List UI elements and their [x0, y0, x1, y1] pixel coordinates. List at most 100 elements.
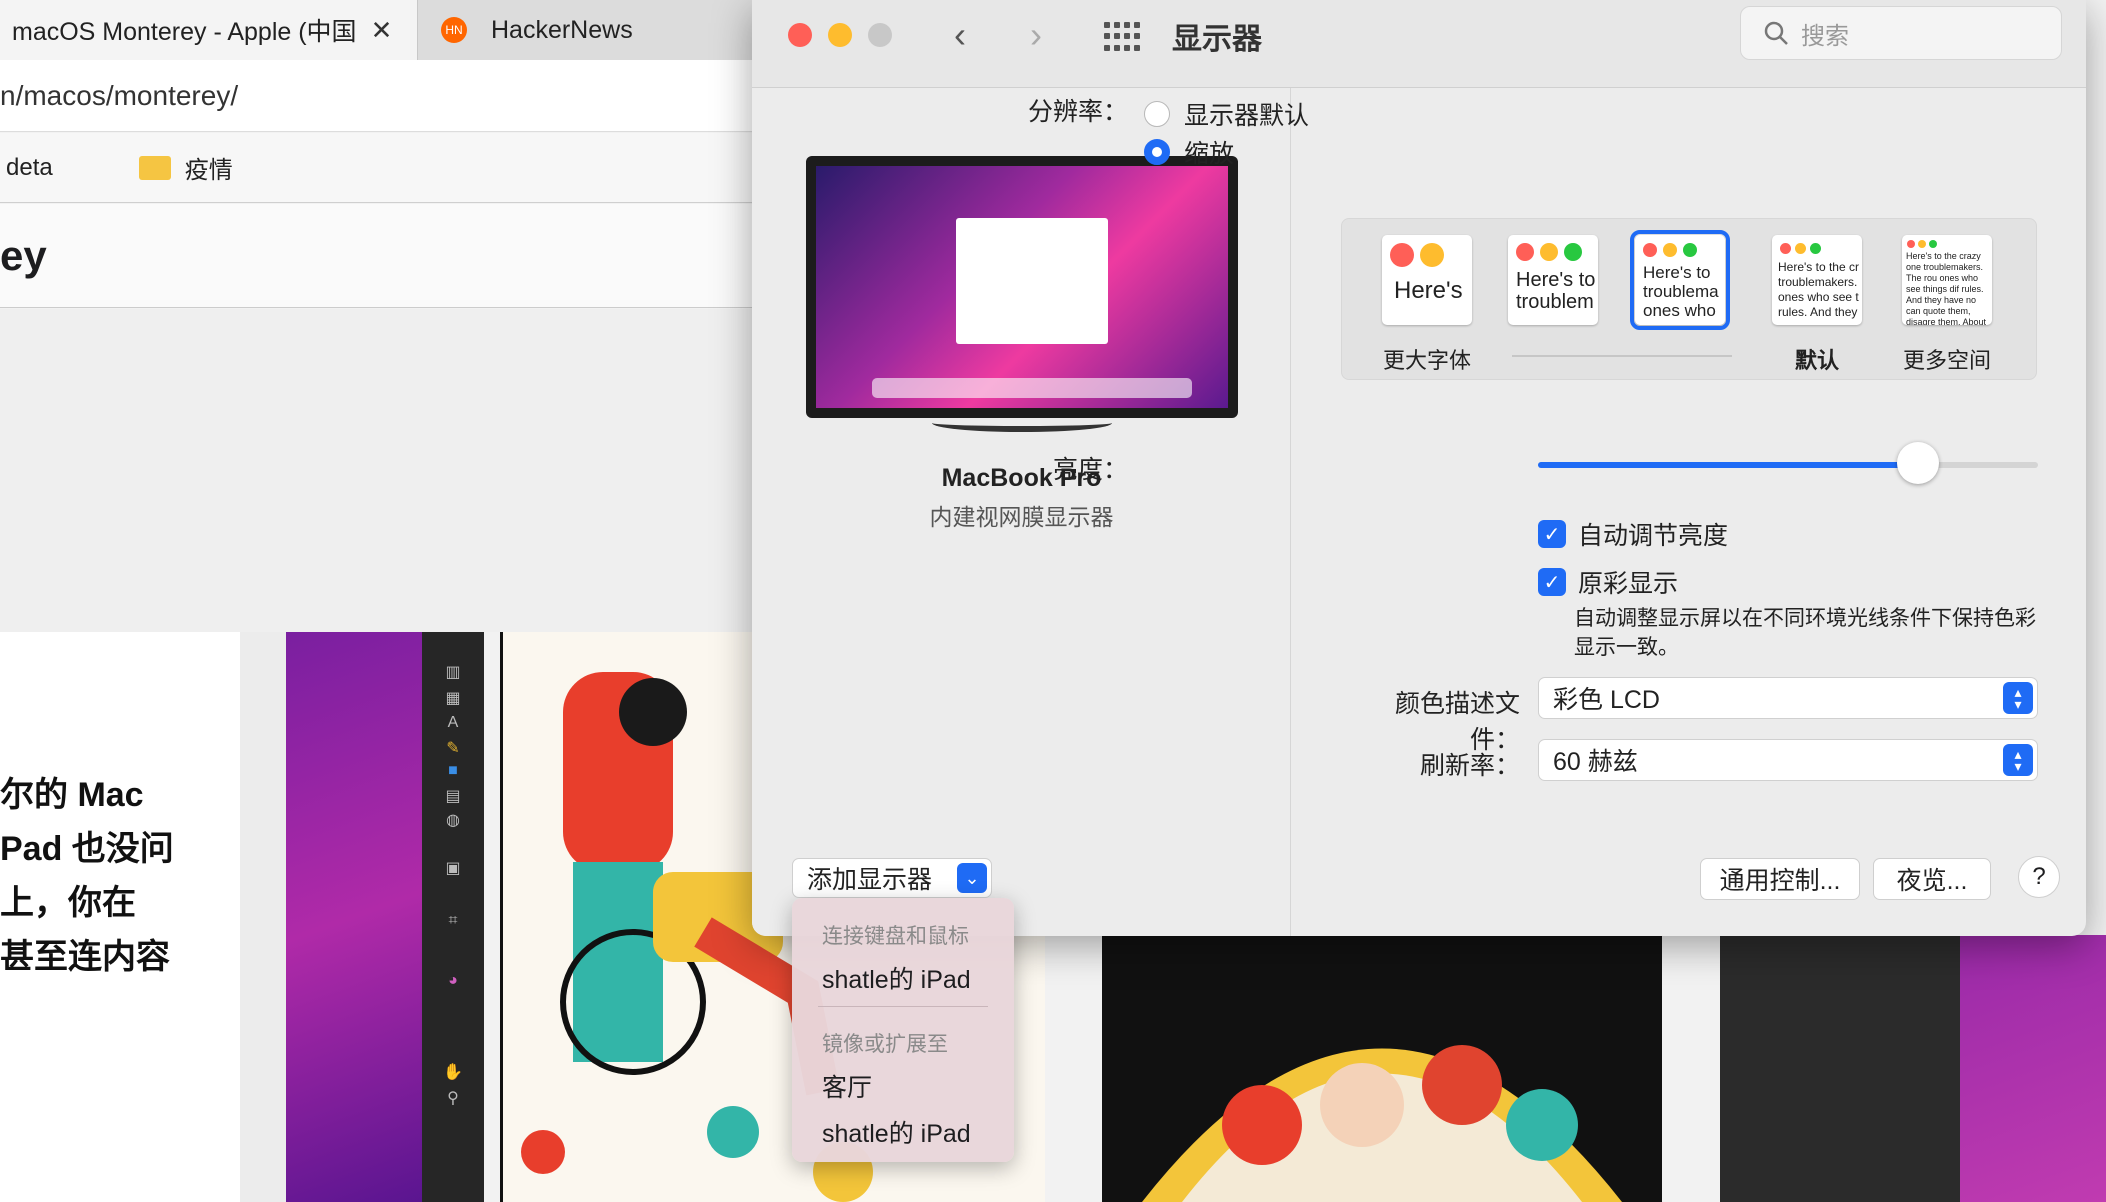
menu-section-header: 连接键盘和鼠标: [822, 925, 969, 948]
resolution-label: 分辨率：: [1027, 98, 1128, 126]
body-line: 上，你在: [0, 884, 136, 922]
back-chevron-icon[interactable]: ‹: [954, 14, 966, 56]
add-display-menu: 连接键盘和鼠标 shatle的 iPad 镜像或扩展至 客厅 shatle的 i…: [792, 898, 1014, 1162]
menu-item-shatle-ipad-keyboard[interactable]: shatle的 iPad: [822, 960, 971, 996]
pen-tool-icon: ✎: [446, 740, 460, 757]
resolution-option-scaled[interactable]: 缩放: [1144, 134, 1234, 170]
color-profile-select[interactable]: 彩色 LCD ▴ ▾: [1538, 677, 2038, 719]
scale-preview-text: Here's to the crazy one troublemakers. T…: [1906, 251, 1987, 325]
scale-track-line: [1512, 355, 1732, 357]
body-line: 甚至连内容: [0, 938, 170, 976]
scale-preview-text: Here's: [1394, 277, 1463, 304]
search-placeholder: 搜索: [1801, 22, 1849, 50]
forward-chevron-icon[interactable]: ›: [1030, 14, 1042, 56]
zoom-tool-icon: ⚲: [447, 1090, 459, 1107]
brightness-slider-knob[interactable]: [1897, 442, 1939, 484]
checkbox-label: 原彩显示: [1578, 570, 1679, 598]
up-down-chevron-icon: ▴ ▾: [2003, 682, 2033, 714]
app-tools-panel: ▥ ▦ A ✎ ■ ▤ ◍ ▣ ⌗ ◕ ✋ ⚲: [422, 632, 484, 1202]
preview-dock: [872, 378, 1192, 398]
scale-preview-text: Here's to troublem: [1516, 269, 1596, 313]
inspector-panel: [1720, 935, 1960, 1202]
radio-button[interactable]: [1144, 139, 1170, 165]
menu-item-shatle-ipad-mirror[interactable]: shatle的 iPad: [822, 1114, 971, 1150]
night-shift-button[interactable]: 夜览...: [1873, 858, 1991, 900]
tool-icon: ▦: [445, 690, 461, 707]
page-gutter: [240, 632, 286, 1202]
resolution-option-default[interactable]: 显示器默认: [1144, 96, 1309, 132]
tab-macos-monterey[interactable]: macOS Monterey - Apple (中国 ✕: [0, 0, 418, 60]
menu-item-living-room[interactable]: 客厅: [822, 1068, 872, 1104]
tab-hackernews[interactable]: HN HackerNews: [419, 0, 759, 60]
window-title: 显示器: [1172, 23, 1262, 56]
bookmark-folder-yiqing[interactable]: 疫情: [185, 150, 233, 185]
shape-tool-icon: ■: [448, 762, 458, 779]
true-tone-description: 自动调整显示屏以在不同环境光线条件下保持色彩显示一致。: [1574, 607, 2036, 659]
page-hero-area: [0, 309, 760, 632]
scale-caption-more-space: 更多空间: [1902, 348, 1991, 373]
page-body-text: 尔的 Mac Pad 也没问 上，你在 甚至连内容: [0, 632, 240, 1202]
bookmark-deta[interactable]: deta: [6, 154, 53, 182]
brightness-slider[interactable]: [1538, 462, 2038, 468]
crop-tool-icon: ⌗: [448, 912, 458, 929]
display-overview-pane: MacBook Pro 内建视网膜显示器 添加显示器 ⌄: [752, 88, 1291, 936]
close-window-button[interactable]: [788, 23, 812, 47]
illustration-art-2: [1142, 1045, 1622, 1202]
add-display-popup-button[interactable]: 添加显示器 ⌄: [792, 858, 992, 898]
bookmarks-bar: deta 疫情: [0, 133, 760, 203]
help-button[interactable]: ?: [2018, 856, 2060, 898]
tab-close-icon[interactable]: ✕: [371, 15, 393, 46]
tab-label: macOS Monterey - Apple (中国: [12, 18, 357, 46]
display-subtitle: 内建视网膜显示器: [929, 504, 1114, 530]
show-all-grid-icon[interactable]: [1104, 22, 1140, 52]
radio-button[interactable]: [1144, 101, 1170, 127]
radio-label: 显示器默认: [1184, 102, 1310, 130]
tool-icon: ▣: [445, 860, 461, 877]
refresh-rate-select[interactable]: 60 赫兹 ▴ ▾: [1538, 739, 2038, 781]
scale-option-default[interactable]: Here's to the cr troublemakers. ones who…: [1772, 235, 1862, 325]
wallpaper-image-2: [1960, 935, 2106, 1202]
brightness-label: 亮度：: [1052, 456, 1128, 484]
zoom-window-button[interactable]: [868, 23, 892, 47]
tool-icon: ◍: [446, 812, 460, 829]
select-value: 60 赫兹: [1553, 748, 1638, 776]
scale-options: Here's Here's to troublem Here's to trou…: [1341, 218, 2037, 380]
chevron-down-icon: ⌄: [957, 863, 987, 893]
scale-caption-default: 默认: [1794, 348, 1839, 373]
window-toolbar: ‹ › 显示器 搜索: [752, 0, 2086, 88]
folder-icon: [138, 155, 171, 180]
scale-preview-text: Here's to the cr troublemakers. ones who…: [1778, 260, 1859, 319]
search-field[interactable]: 搜索: [1740, 6, 2062, 60]
scale-option-larger-text[interactable]: Here's: [1382, 235, 1472, 325]
wallpaper-image: [286, 632, 422, 1202]
radio-label: 缩放: [1184, 140, 1235, 168]
monitor-stand: [932, 414, 1112, 432]
brightness-slider-fill: [1538, 462, 1918, 468]
page-heading: ey: [0, 204, 760, 308]
scale-option-2[interactable]: Here's to troublem: [1508, 235, 1598, 325]
menu-separator: [818, 1006, 988, 1007]
minimize-window-button[interactable]: [828, 23, 852, 47]
address-bar[interactable]: n/macos/monterey/: [0, 60, 760, 132]
color-tool-icon: ◕: [448, 972, 458, 989]
hand-tool-icon: ✋: [443, 1064, 463, 1081]
search-icon: [1764, 21, 1788, 45]
select-value: 彩色 LCD: [1553, 686, 1660, 714]
scale-option-3-selected[interactable]: Here's to troublema ones who: [1630, 230, 1730, 330]
checkmark-icon[interactable]: ✓: [1538, 520, 1566, 548]
body-line: Pad 也没问: [0, 830, 174, 868]
preview-window: [956, 218, 1108, 344]
page-heading-text: ey: [0, 231, 47, 279]
menu-section-header: 镜像或扩展至: [822, 1033, 948, 1056]
scale-preview-text: Here's to troublema ones who: [1643, 263, 1719, 320]
monitor-thumbnail: [806, 156, 1238, 418]
display-preferences-window: ‹ › 显示器 搜索 MacBook Pro 内建视网膜显示器 添加显示器 ⌄: [752, 0, 2086, 936]
checkmark-icon[interactable]: ✓: [1538, 568, 1566, 596]
auto-brightness-checkbox[interactable]: ✓ 自动调节亮度: [1538, 516, 1728, 552]
true-tone-checkbox[interactable]: ✓ 原彩显示: [1538, 564, 1678, 600]
up-down-chevron-icon: ▴ ▾: [2003, 744, 2033, 776]
universal-control-button[interactable]: 通用控制...: [1700, 858, 1860, 900]
scale-option-more-space[interactable]: Here's to the crazy one troublemakers. T…: [1902, 235, 1992, 325]
tool-icon: ▤: [445, 788, 461, 805]
tool-icon: ▥: [445, 664, 461, 681]
